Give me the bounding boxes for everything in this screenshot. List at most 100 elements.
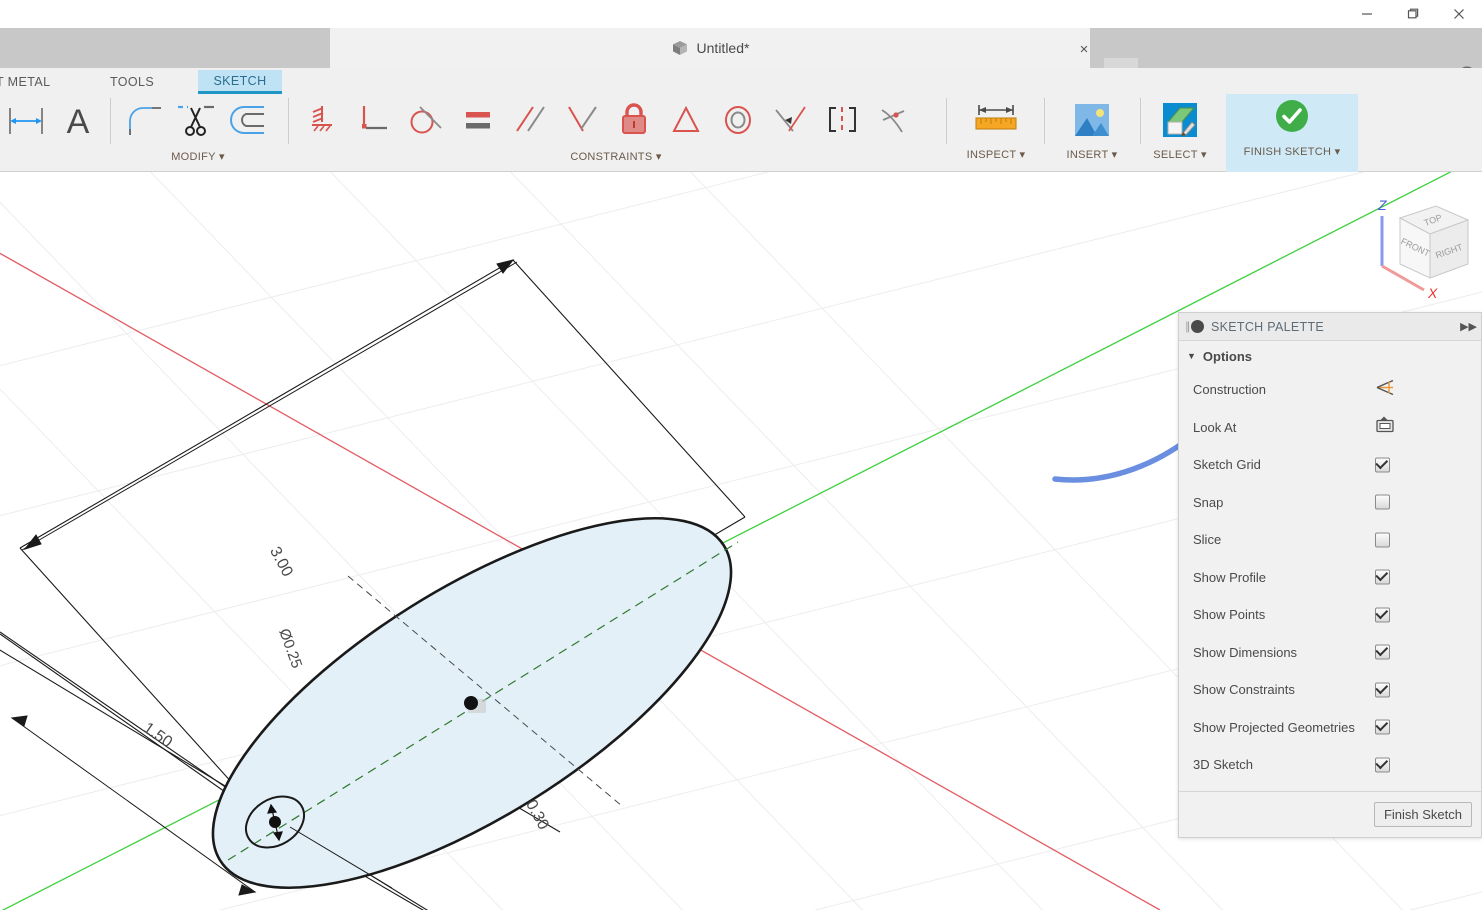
palette-row-show-projected-geometries[interactable]: Show Projected Geometries <box>1179 709 1481 747</box>
palette-row-snap[interactable]: Snap <box>1179 484 1481 522</box>
ribbon: T METAL TOOLS SKETCH <box>0 68 1482 172</box>
tangent-icon[interactable] <box>400 94 452 146</box>
concentric-icon[interactable] <box>712 94 764 146</box>
ribbon-body: A <box>0 94 1482 172</box>
chevron-down-icon: ▾ <box>1020 149 1026 161</box>
ribbon-separator <box>946 98 947 144</box>
measure-ruler-icon[interactable] <box>952 94 1040 146</box>
insert-image-icon[interactable] <box>1048 94 1136 146</box>
palette-row-show-points[interactable]: Show Points <box>1179 596 1481 634</box>
sketch-palette-header[interactable]: ∥ SKETCH PALETTE ▶▶ <box>1179 313 1481 341</box>
sketch-grid-checkbox[interactable] <box>1375 457 1390 472</box>
fusion-window: Untitled* × + Philandmarimanning Philand… <box>0 0 1482 910</box>
palette-row-label: Slice <box>1193 532 1221 547</box>
palette-row-label: Snap <box>1193 495 1223 510</box>
palette-row-show-profile[interactable]: Show Profile <box>1179 559 1481 597</box>
document-tabbar: Untitled* × + Philandmarimanning Philand… <box>0 28 1482 68</box>
sketch-palette[interactable]: ∥ SKETCH PALETTE ▶▶ ▼ Options Constructi… <box>1178 312 1482 838</box>
finish-sketch-button[interactable]: FINISH SKETCH ▾ <box>1226 94 1358 172</box>
ribbon-group-insert-label[interactable]: INSERT ▾ <box>1048 148 1136 161</box>
construction-line-icon[interactable] <box>1375 378 1395 401</box>
ribbon-tab-sheet-metal[interactable]: T METAL <box>0 70 64 94</box>
maximize-icon[interactable] <box>1390 0 1436 28</box>
ribbon-group-select-label[interactable]: SELECT ▾ <box>1136 148 1224 161</box>
palette-row-3d-sketch[interactable]: 3D Sketch <box>1179 746 1481 784</box>
palette-row-sketch-grid[interactable]: Sketch Grid <box>1179 446 1481 484</box>
expand-right-icon[interactable]: ▶▶ <box>1460 320 1477 333</box>
palette-row-label: Look At <box>1193 420 1236 435</box>
viewcube-axis-label-x: X <box>1427 285 1438 301</box>
3d-sketch-checkbox[interactable] <box>1375 757 1390 772</box>
palette-row-label: Show Profile <box>1193 570 1266 585</box>
ribbon-tabstrip: T METAL TOOLS SKETCH <box>0 68 1482 94</box>
palette-options-header[interactable]: ▼ Options <box>1179 341 1481 371</box>
show-projected-geometries-checkbox[interactable] <box>1375 720 1390 735</box>
ribbon-group-create: A <box>0 94 104 172</box>
snap-checkbox[interactable] <box>1375 495 1390 510</box>
curvature-icon[interactable] <box>868 94 920 146</box>
ribbon-group-inspect[interactable]: INSPECT ▾ <box>952 94 1040 172</box>
palette-row-construction[interactable]: Construction <box>1179 371 1481 409</box>
palette-row-label: Sketch Grid <box>1193 457 1261 472</box>
chevron-down-icon: ▾ <box>219 151 225 163</box>
equal-icon[interactable] <box>452 94 504 146</box>
document-cube-icon <box>671 39 689 57</box>
close-icon[interactable] <box>1436 0 1482 28</box>
palette-finish-sketch-button[interactable]: Finish Sketch <box>1374 802 1472 827</box>
dimension-label-major: 3.00 <box>266 544 296 580</box>
parallel-icon[interactable] <box>504 94 556 146</box>
show-dimensions-checkbox[interactable] <box>1375 645 1390 660</box>
ribbon-tab-tools[interactable]: TOOLS <box>96 70 168 94</box>
ribbon-group-modify-label[interactable]: MODIFY ▾ <box>118 150 278 163</box>
ribbon-group-modify: MODIFY ▾ <box>118 94 278 172</box>
collinear-icon[interactable] <box>764 94 816 146</box>
show-profile-checkbox[interactable] <box>1375 570 1390 585</box>
chevron-down-icon: ▾ <box>1335 146 1341 158</box>
offset-icon[interactable] <box>222 94 274 146</box>
palette-row-look-at[interactable]: Look At <box>1179 409 1481 447</box>
fillet-icon[interactable] <box>118 94 170 146</box>
palette-row-label: Show Constraints <box>1193 682 1295 697</box>
ribbon-tab-sketch[interactable]: SKETCH <box>198 70 282 94</box>
chevron-down-icon: ▾ <box>1112 149 1118 161</box>
palette-row-show-dimensions[interactable]: Show Dimensions <box>1179 634 1481 672</box>
fix-ground-icon[interactable] <box>296 94 348 146</box>
chevron-down-icon: ▾ <box>1201 149 1207 161</box>
caret-down-icon: ▼ <box>1187 351 1196 361</box>
text-icon[interactable]: A <box>52 94 104 146</box>
palette-row-label: Show Projected Geometries <box>1193 720 1355 735</box>
look-at-camera-icon[interactable] <box>1375 416 1395 439</box>
sketch-dimension-icon[interactable] <box>0 94 52 146</box>
finish-sketch-label: FINISH SKETCH ▾ <box>1226 145 1358 158</box>
document-tab[interactable]: Untitled* <box>330 28 1090 68</box>
ribbon-group-select[interactable]: SELECT ▾ <box>1136 94 1224 172</box>
collapse-dot-icon[interactable] <box>1191 320 1204 333</box>
viewcube[interactable]: TOP FRONT RIGHT Z X <box>1358 190 1482 314</box>
palette-row-label: Construction <box>1193 382 1266 397</box>
slice-checkbox[interactable] <box>1375 532 1390 547</box>
ribbon-group-inspect-label[interactable]: INSPECT ▾ <box>952 148 1040 161</box>
viewcube-axis-label-z: Z <box>1377 197 1387 213</box>
sketch-palette-title: SKETCH PALETTE <box>1211 320 1324 334</box>
show-constraints-checkbox[interactable] <box>1375 682 1390 697</box>
chevron-down-icon: ▾ <box>656 151 662 163</box>
ribbon-group-insert[interactable]: INSERT ▾ <box>1048 94 1136 172</box>
minimize-icon[interactable] <box>1344 0 1390 28</box>
green-check-icon <box>1226 94 1358 143</box>
coincident-icon[interactable] <box>348 94 400 146</box>
select-brush-icon[interactable] <box>1136 94 1224 146</box>
document-tab-title: Untitled* <box>697 40 750 56</box>
close-tab-button[interactable]: × <box>1074 39 1094 59</box>
palette-row-label: Show Points <box>1193 607 1265 622</box>
ribbon-group-constraints-label[interactable]: CONSTRAINTS ▾ <box>296 150 936 163</box>
palette-row-label: Show Dimensions <box>1193 645 1297 660</box>
symmetry-icon[interactable] <box>816 94 868 146</box>
lock-fix-icon[interactable] <box>608 94 660 146</box>
palette-row-show-constraints[interactable]: Show Constraints <box>1179 671 1481 709</box>
palette-row-slice[interactable]: Slice <box>1179 521 1481 559</box>
trim-scissors-icon[interactable] <box>170 94 222 146</box>
show-points-checkbox[interactable] <box>1375 607 1390 622</box>
perpendicular-icon[interactable] <box>556 94 608 146</box>
palette-row-label: 3D Sketch <box>1193 757 1253 772</box>
midpoint-icon[interactable] <box>660 94 712 146</box>
